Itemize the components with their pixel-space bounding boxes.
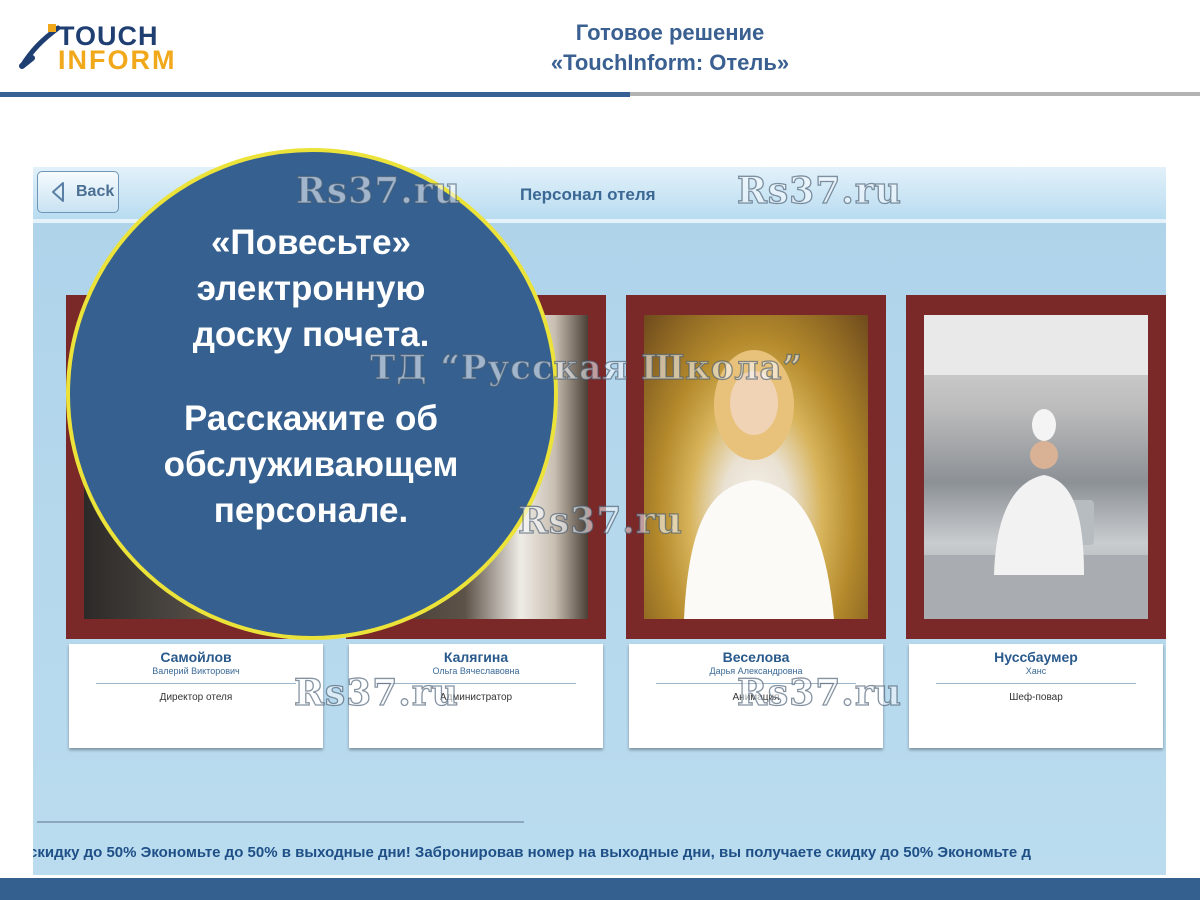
staff-given-name: Ханс xyxy=(1025,666,1047,676)
staff-role: Шеф-повар xyxy=(1009,692,1063,703)
callout-line: персонале. xyxy=(213,491,409,530)
logo-word-inform: INFORM xyxy=(58,45,177,75)
staff-surname: Калягина xyxy=(443,649,509,665)
watermark-company: ТД “Русская Школа” xyxy=(369,347,804,388)
staff-surname: Самойлов xyxy=(160,649,232,665)
plate-divider xyxy=(96,683,296,684)
back-button-label: Back xyxy=(76,183,115,200)
callout-circle: «Повесьте» электронную доску почета. Рас… xyxy=(66,148,558,640)
callout-line: обслуживающем xyxy=(163,445,459,484)
callout-line: «Повесьте» xyxy=(210,223,412,262)
staff-surname: Нуссбаумер xyxy=(994,649,1078,665)
touchinform-logo: TOUCH INFORM xyxy=(18,20,188,74)
photo-frame xyxy=(626,295,886,639)
header-divider-blue xyxy=(0,92,630,97)
slide-title-line2: «TouchInform: Отель» xyxy=(550,50,790,75)
plate-divider xyxy=(936,683,1136,684)
chevron-left-icon xyxy=(52,182,64,202)
staff-surname: Веселова xyxy=(722,649,790,665)
callout-line: электронную xyxy=(196,269,426,308)
staff-photo xyxy=(924,315,1148,619)
footer-bar xyxy=(0,878,1200,900)
header-divider-gray xyxy=(630,92,1200,96)
watermark-site: Rs37.ru xyxy=(736,169,902,212)
photo-frame xyxy=(906,295,1166,639)
watermark-site: Rs37.ru xyxy=(517,499,683,542)
promo-ticker: скидку до 50% Экономьте до 50% в выходны… xyxy=(33,844,1031,861)
slide-title: Готовое решение «TouchInform: Отель» xyxy=(440,18,900,78)
screen-title: Персонал отеля xyxy=(520,185,656,204)
slide-title-line1: Готовое решение xyxy=(575,20,765,45)
watermark-site: Rs37.ru xyxy=(295,169,461,212)
staff-role: Директор отеля xyxy=(159,692,233,703)
callout-line: Расскажите об xyxy=(184,399,438,438)
watermark-site: Rs37.ru xyxy=(293,671,459,714)
back-button[interactable]: Back xyxy=(37,171,119,213)
name-plate: Нуссбаумер Ханс Шеф-повар xyxy=(909,644,1163,748)
staff-given-name: Валерий Викторович xyxy=(152,666,240,676)
kitchen-scene-icon xyxy=(924,315,1148,619)
name-plate: Самойлов Валерий Викторович Директор оте… xyxy=(69,644,323,748)
scroll-indicator xyxy=(37,821,524,823)
watermark-site: Rs37.ru xyxy=(736,671,902,714)
